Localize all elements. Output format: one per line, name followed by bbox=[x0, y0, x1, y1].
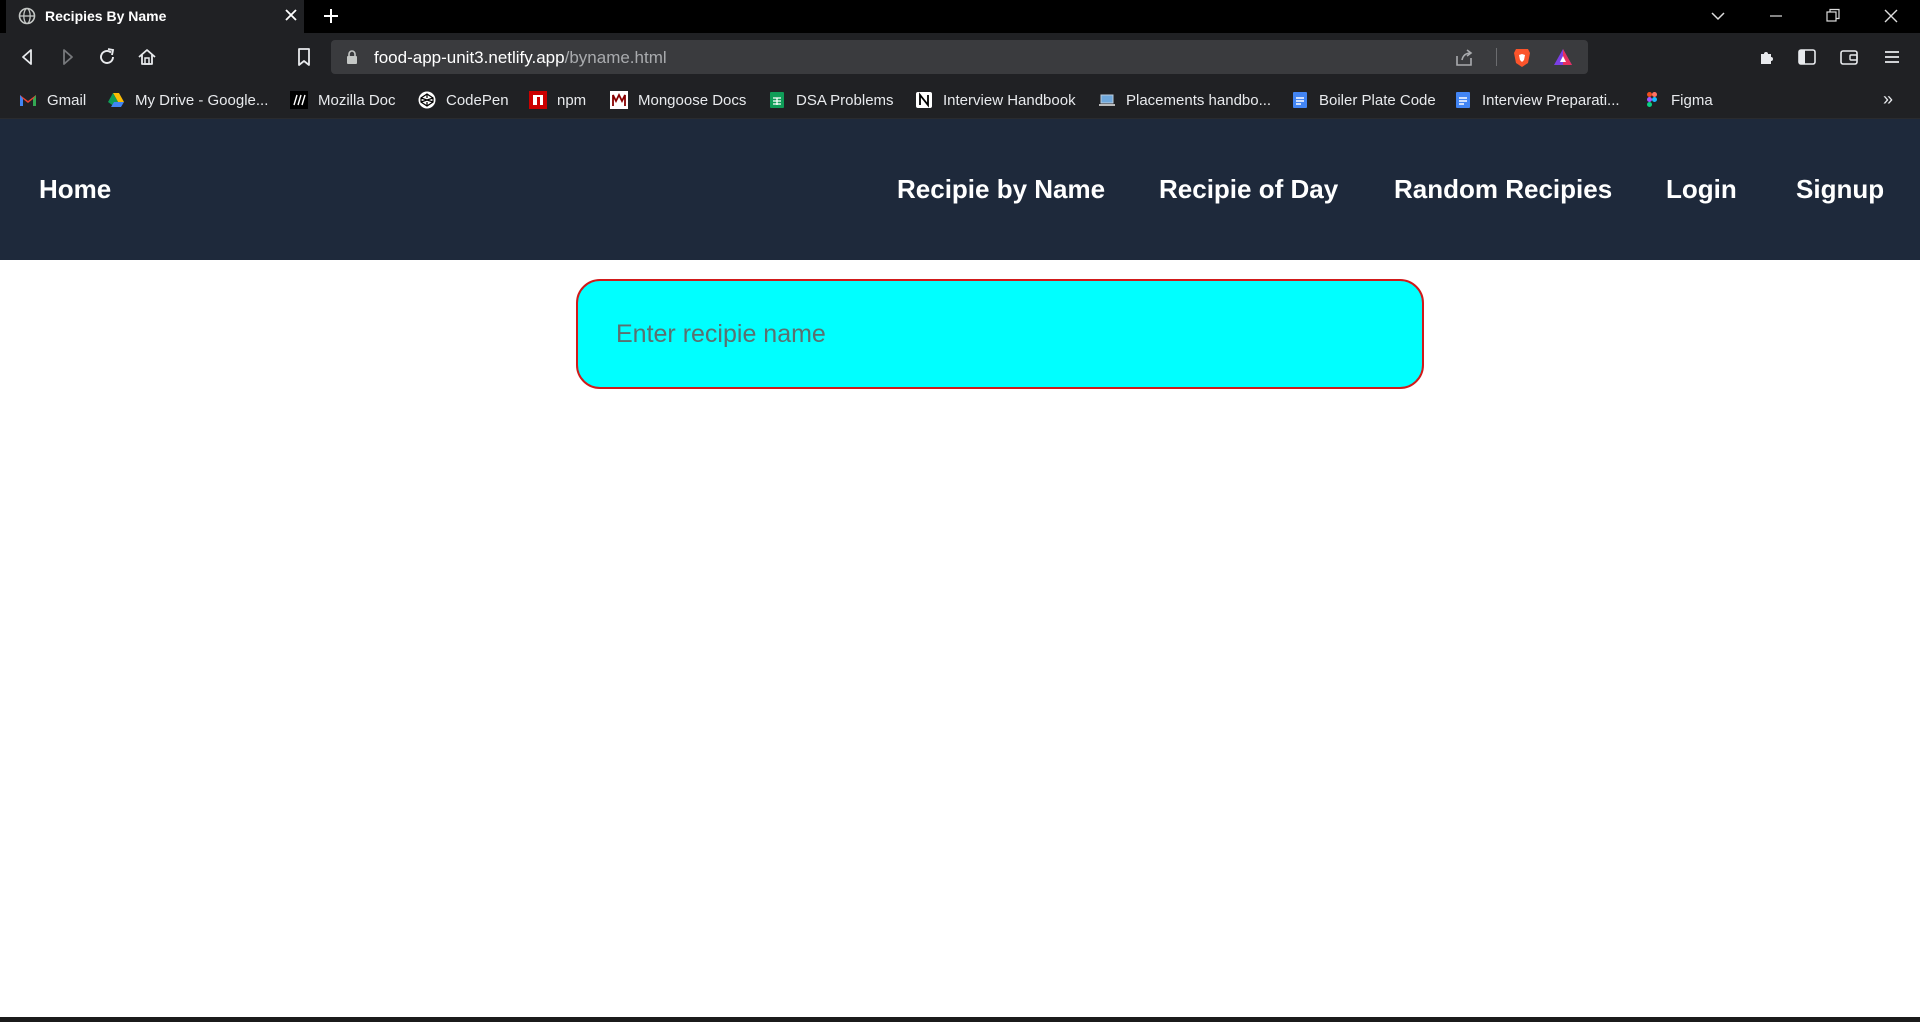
browser-tab[interactable]: Recipies By Name bbox=[6, 0, 304, 33]
back-icon[interactable] bbox=[17, 46, 39, 68]
bookmark-mongoose-docs[interactable]: Mongoose Docs bbox=[610, 89, 746, 111]
bookmark-label: My Drive - Google... bbox=[135, 91, 269, 109]
bookmark-npm[interactable]: npm bbox=[529, 89, 586, 111]
nav-recipie-of-day-link[interactable]: Recipie of Day bbox=[1159, 174, 1338, 205]
reload-icon[interactable] bbox=[96, 46, 118, 68]
nav-random-recipies-link[interactable]: Random Recipies bbox=[1394, 174, 1612, 205]
bookmark-label: npm bbox=[557, 91, 587, 109]
docs-icon bbox=[1293, 92, 1307, 108]
bookmark-label: Figma bbox=[1671, 91, 1713, 109]
bookmarks-bar: Gmail My Drive - Google... Mozilla Doc C… bbox=[0, 81, 1920, 119]
menu-icon[interactable] bbox=[1881, 46, 1903, 68]
laptop-icon bbox=[1099, 94, 1115, 106]
brave-shields-icon[interactable] bbox=[1511, 46, 1533, 68]
minimize-icon[interactable] bbox=[1766, 6, 1786, 26]
docs-icon bbox=[1456, 92, 1470, 108]
mdn-icon bbox=[290, 91, 308, 109]
bookmark-mozilla-doc[interactable]: Mozilla Doc bbox=[290, 89, 396, 111]
tab-title: Recipies By Name bbox=[45, 8, 167, 24]
globe-icon bbox=[18, 7, 36, 25]
gmail-icon bbox=[20, 95, 36, 106]
npm-icon bbox=[529, 91, 547, 109]
tab-search-chevron-icon[interactable] bbox=[1708, 6, 1728, 26]
home-icon[interactable] bbox=[136, 46, 158, 68]
nav-home-link[interactable]: Home bbox=[39, 174, 111, 205]
recipe-search-input[interactable] bbox=[616, 281, 1396, 387]
nav-login-link[interactable]: Login bbox=[1666, 174, 1737, 205]
forward-icon[interactable] bbox=[56, 46, 78, 68]
sidebar-icon[interactable] bbox=[1796, 46, 1818, 68]
codepen-icon bbox=[418, 91, 436, 109]
nav-recipie-by-name-link[interactable]: Recipie by Name bbox=[897, 174, 1105, 205]
bookmark-boiler-plate-code[interactable]: Boiler Plate Code bbox=[1291, 89, 1436, 111]
brave-rewards-icon[interactable] bbox=[1553, 47, 1573, 67]
bookmark-figma[interactable]: Figma bbox=[1643, 89, 1713, 111]
site-navbar: Home Recipie by Name Recipie of Day Rand… bbox=[0, 119, 1920, 260]
bookmark-label: CodePen bbox=[446, 91, 509, 109]
bookmark-interview-handbook[interactable]: Interview Handbook bbox=[915, 89, 1076, 111]
bookmark-gmail[interactable]: Gmail bbox=[19, 89, 86, 111]
bookmark-label: Interview Handbook bbox=[943, 91, 1076, 109]
bookmark-placements-handbook[interactable]: Placements handbo... bbox=[1098, 89, 1271, 111]
bookmark-label: Boiler Plate Code bbox=[1319, 91, 1436, 109]
share-icon[interactable] bbox=[1453, 47, 1475, 69]
close-tab-icon[interactable] bbox=[282, 6, 300, 24]
notion-icon bbox=[916, 92, 932, 108]
bookmark-label: Placements handbo... bbox=[1126, 91, 1272, 109]
wallet-icon[interactable] bbox=[1838, 46, 1860, 68]
figma-icon bbox=[1647, 92, 1657, 107]
url-path: /byname.html bbox=[564, 48, 667, 67]
bookmark-dsa-problems[interactable]: DSA Problems bbox=[768, 89, 894, 111]
bookmark-icon[interactable] bbox=[293, 46, 315, 68]
bookmark-label: Gmail bbox=[47, 91, 87, 109]
omnibox-separator bbox=[1496, 48, 1497, 66]
bookmark-my-drive[interactable]: My Drive - Google... bbox=[107, 89, 268, 111]
bookmark-label: Mongoose Docs bbox=[638, 91, 747, 109]
address-bar[interactable]: food-app-unit3.netlify.app/byname.html bbox=[331, 40, 1588, 74]
close-window-icon[interactable] bbox=[1881, 6, 1901, 26]
bookmark-codepen[interactable]: CodePen bbox=[418, 89, 509, 111]
recipe-search-box[interactable] bbox=[576, 279, 1424, 389]
nav-signup-link[interactable]: Signup bbox=[1796, 174, 1884, 205]
google-drive-icon bbox=[108, 93, 124, 107]
lock-icon[interactable] bbox=[346, 50, 358, 64]
bookmark-label: Interview Preparati... bbox=[1482, 91, 1620, 109]
extensions-icon[interactable] bbox=[1756, 46, 1778, 68]
bookmark-interview-preparation[interactable]: Interview Preparati... bbox=[1454, 89, 1620, 111]
url-host: food-app-unit3.netlify.app bbox=[374, 48, 565, 67]
sheets-icon bbox=[770, 92, 784, 108]
more-bookmarks-icon[interactable]: » bbox=[1883, 89, 1893, 110]
restore-icon[interactable] bbox=[1823, 6, 1843, 26]
mongoose-icon bbox=[610, 91, 628, 109]
new-tab-icon[interactable] bbox=[321, 6, 341, 26]
taskbar-edge bbox=[0, 1017, 1920, 1022]
browser-toolbar: food-app-unit3.netlify.app/byname.html bbox=[0, 33, 1920, 81]
bookmark-label: DSA Problems bbox=[796, 91, 894, 109]
browser-tab-strip: Recipies By Name bbox=[0, 0, 1920, 33]
url-text[interactable]: food-app-unit3.netlify.app/byname.html bbox=[374, 48, 667, 68]
bookmark-label: Mozilla Doc bbox=[318, 91, 396, 109]
